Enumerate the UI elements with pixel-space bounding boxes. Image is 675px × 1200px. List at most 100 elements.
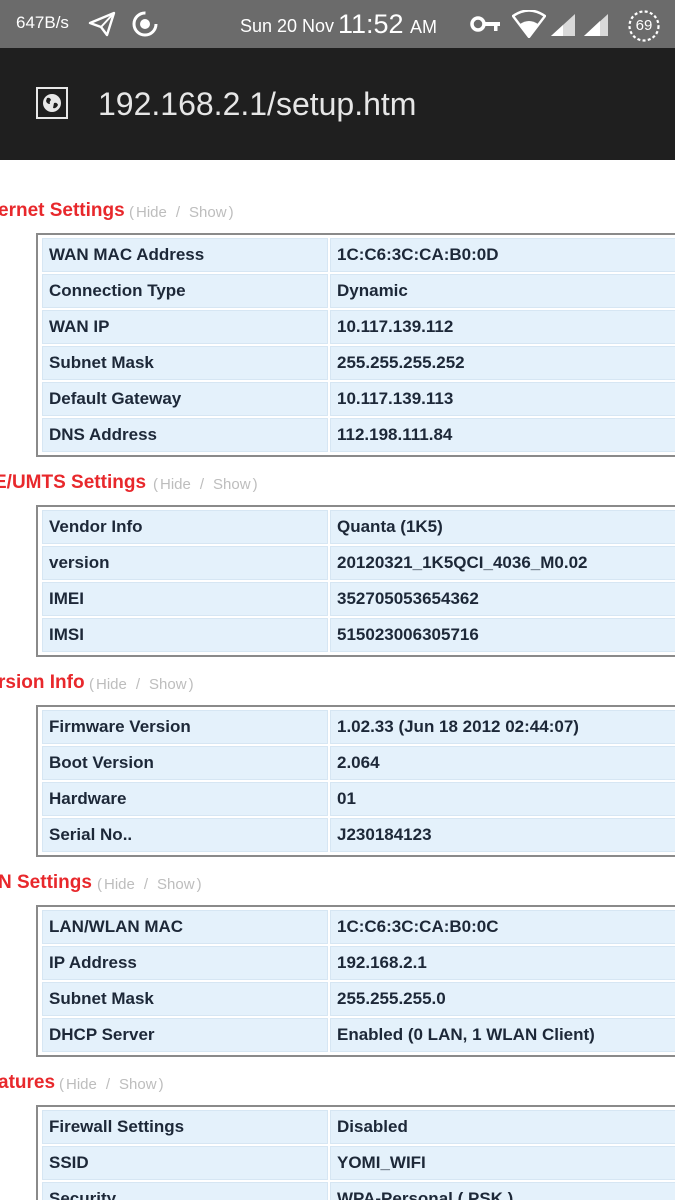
row-label: Vendor Info xyxy=(42,510,328,544)
section-toggle-links: (Hide / Show) xyxy=(89,676,194,693)
table-row: DNS Address 112.198.111.84 xyxy=(42,417,675,453)
row-value: 112.198.111.84 xyxy=(330,418,675,452)
row-label: WAN MAC Address xyxy=(42,238,328,272)
info-table: WAN MAC Address 1C:C6:3C:CA:B0:0D Connect… xyxy=(36,233,675,457)
status-time: 11:52 xyxy=(338,9,404,39)
row-label: Subnet Mask xyxy=(42,346,328,380)
table-row: Connection Type Dynamic xyxy=(42,273,675,309)
table-row: Default Gateway 10.117.139.113 xyxy=(42,381,675,417)
row-label: SSID xyxy=(42,1146,328,1180)
row-label: Serial No.. xyxy=(42,818,328,852)
row-value: 515023006305716 xyxy=(330,618,675,652)
row-value: 1C:C6:3C:CA:B0:0D xyxy=(330,238,675,272)
show-link[interactable]: Show xyxy=(149,676,187,693)
table-row: Hardware 01 xyxy=(42,781,675,817)
show-link[interactable]: Show xyxy=(119,1076,157,1093)
row-value: 192.168.2.1 xyxy=(330,946,675,980)
row-value: 1C:C6:3C:CA:B0:0C xyxy=(330,910,675,944)
table-row: Subnet Mask 255.255.255.0 xyxy=(42,981,675,1017)
show-link[interactable]: Show xyxy=(157,876,195,893)
table-row: IP Address 192.168.2.1 xyxy=(42,945,675,981)
row-label: Connection Type xyxy=(42,274,328,308)
url-text[interactable]: 192.168.2.1/setup.htm xyxy=(98,86,416,123)
row-value: 255.255.255.0 xyxy=(330,982,675,1016)
table-row: WAN IP 10.117.139.112 xyxy=(42,309,675,345)
section-toggle-links: (Hide / Show) xyxy=(153,476,258,493)
row-value: Quanta (1K5) xyxy=(330,510,675,544)
row-label: Security xyxy=(42,1182,328,1200)
network-speed: 647B/s xyxy=(16,13,69,32)
row-value: Disabled xyxy=(330,1110,675,1144)
sync-ring-icon xyxy=(132,11,158,37)
section-toggle-links: (Hide / Show) xyxy=(97,876,202,893)
section-title: N Settings xyxy=(0,872,92,893)
hide-link[interactable]: Hide xyxy=(104,876,135,893)
row-label: Boot Version xyxy=(42,746,328,780)
row-value: 10.117.139.112 xyxy=(330,310,675,344)
show-link[interactable]: Show xyxy=(213,476,251,493)
section-title: E/UMTS Settings xyxy=(0,472,147,493)
hide-link[interactable]: Hide xyxy=(136,204,167,221)
table-row: Vendor Info Quanta (1K5) xyxy=(42,509,675,545)
section-toggle-links: (Hide / Show) xyxy=(59,1076,164,1093)
table-row: LAN/WLAN MAC 1C:C6:3C:CA:B0:0C xyxy=(42,909,675,945)
row-label: DNS Address xyxy=(42,418,328,452)
row-label: Firmware Version xyxy=(42,710,328,744)
row-value: Dynamic xyxy=(330,274,675,308)
row-label: WAN IP xyxy=(42,310,328,344)
row-value: 2.064 xyxy=(330,746,675,780)
section-toggle-links: (Hide / Show) xyxy=(129,204,234,221)
hide-link[interactable]: Hide xyxy=(96,676,127,693)
status-bar: 647B/s Sun 20 Nov 11:52 AM 69 xyxy=(0,0,675,48)
row-value: 352705053654362 xyxy=(330,582,675,616)
signal-icon xyxy=(584,14,608,36)
row-label: IMEI xyxy=(42,582,328,616)
table-row: version 20120321_1K5QCI_4036_M0.02 xyxy=(42,545,675,581)
info-table: LAN/WLAN MAC 1C:C6:3C:CA:B0:0C IP Address… xyxy=(36,905,675,1057)
table-row: IMSI 515023006305716 xyxy=(42,617,675,653)
table-row: Firmware Version 1.02.33 (Jun 18 2012 02:… xyxy=(42,709,675,745)
section-title: atures xyxy=(0,1072,56,1093)
wifi-icon xyxy=(512,10,546,38)
table-row: Security WPA-Personal ( PSK ) xyxy=(42,1181,675,1200)
row-value: Enabled (0 LAN, 1 WLAN Client) xyxy=(330,1018,675,1052)
table-row: IMEI 352705053654362 xyxy=(42,581,675,617)
status-ampm: AM xyxy=(410,17,437,37)
row-label: Default Gateway xyxy=(42,382,328,416)
row-label: Subnet Mask xyxy=(42,982,328,1016)
globe-icon[interactable] xyxy=(36,87,68,119)
row-value: 255.255.255.252 xyxy=(330,346,675,380)
row-value: 1.02.33 (Jun 18 2012 02:44:07) xyxy=(330,710,675,744)
row-label: Firewall Settings xyxy=(42,1110,328,1144)
hide-link[interactable]: Hide xyxy=(160,476,191,493)
setup-page: ernet Settings (Hide / Show) WAN MAC Addre… xyxy=(0,160,675,1200)
battery-level: 69 xyxy=(635,17,653,34)
table-row: Boot Version 2.064 xyxy=(42,745,675,781)
section-title: ernet Settings xyxy=(0,200,125,221)
row-label: Hardware xyxy=(42,782,328,816)
row-value: WPA-Personal ( PSK ) xyxy=(330,1182,675,1200)
info-table: Firewall Settings Disabled SSID YOMI_WIFI … xyxy=(36,1105,675,1200)
table-row: Serial No.. J230184123 xyxy=(42,817,675,853)
row-value: YOMI_WIFI xyxy=(330,1146,675,1180)
row-value: J230184123 xyxy=(330,818,675,852)
info-table: Vendor Info Quanta (1K5) version 20120321_… xyxy=(36,505,675,657)
row-value: 20120321_1K5QCI_4036_M0.02 xyxy=(330,546,675,580)
section-title: rsion Info xyxy=(0,672,85,693)
hide-link[interactable]: Hide xyxy=(66,1076,97,1093)
telegram-icon xyxy=(88,11,116,37)
row-value: 10.117.139.113 xyxy=(330,382,675,416)
browser-address-bar[interactable]: 192.168.2.1/setup.htm xyxy=(0,48,675,160)
row-label: IMSI xyxy=(42,618,328,652)
row-label: IP Address xyxy=(42,946,328,980)
table-row: Firewall Settings Disabled xyxy=(42,1109,675,1145)
vpn-key-icon xyxy=(470,16,500,32)
table-row: Subnet Mask 255.255.255.252 xyxy=(42,345,675,381)
show-link[interactable]: Show xyxy=(189,204,227,221)
info-table: Firmware Version 1.02.33 (Jun 18 2012 02:… xyxy=(36,705,675,857)
table-row: DHCP Server Enabled (0 LAN, 1 WLAN Client… xyxy=(42,1017,675,1053)
table-row: WAN MAC Address 1C:C6:3C:CA:B0:0D xyxy=(42,237,675,273)
row-value: 01 xyxy=(330,782,675,816)
signal-icon xyxy=(551,14,575,36)
table-row: SSID YOMI_WIFI xyxy=(42,1145,675,1181)
